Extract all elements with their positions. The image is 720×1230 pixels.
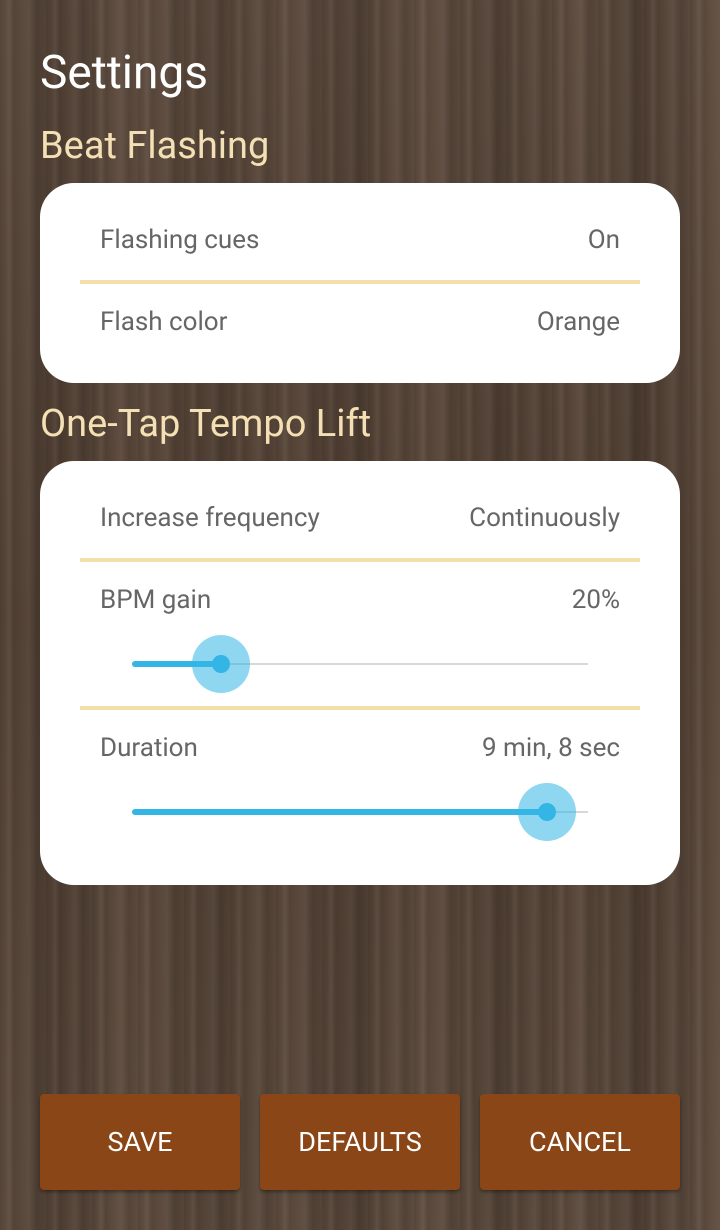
duration-label: Duration	[100, 733, 198, 763]
flash-color-value: Orange	[536, 307, 620, 337]
flash-color-row[interactable]: Flash color Orange	[100, 307, 620, 337]
flash-color-label: Flash color	[100, 307, 228, 337]
flashing-cues-value: On	[587, 225, 620, 255]
cancel-button[interactable]: CANCEL	[480, 1094, 680, 1190]
duration-value: 9 min, 8 sec	[482, 733, 620, 763]
flashing-cues-row[interactable]: Flashing cues On	[100, 225, 620, 255]
increase-frequency-row[interactable]: Increase frequency Continuously	[100, 503, 620, 533]
divider	[80, 706, 640, 710]
flashing-cues-label: Flashing cues	[100, 225, 260, 255]
duration-row: Duration 9 min, 8 sec	[100, 733, 620, 763]
beat-flashing-card: Flashing cues On Flash color Orange	[40, 183, 680, 383]
duration-slider[interactable]	[132, 783, 588, 841]
slider-thumb[interactable]	[211, 655, 230, 673]
slider-fill	[132, 809, 547, 815]
bpm-gain-slider[interactable]	[132, 635, 588, 693]
save-button[interactable]: SAVE	[40, 1094, 240, 1190]
increase-frequency-label: Increase frequency	[100, 503, 320, 533]
page-title: Settings	[40, 46, 208, 100]
bpm-gain-value: 20%	[571, 585, 620, 615]
divider	[80, 280, 640, 284]
beat-flashing-heading: Beat Flashing	[40, 124, 270, 168]
bpm-gain-row: BPM gain 20%	[100, 585, 620, 615]
tempo-lift-heading: One-Tap Tempo Lift	[40, 402, 372, 446]
slider-thumb[interactable]	[537, 803, 556, 821]
increase-frequency-value: Continuously	[469, 503, 620, 533]
defaults-button[interactable]: DEFAULTS	[260, 1094, 460, 1190]
bpm-gain-label: BPM gain	[100, 585, 212, 615]
tempo-lift-card: Increase frequency Continuously BPM gain…	[40, 461, 680, 885]
divider	[80, 558, 640, 562]
